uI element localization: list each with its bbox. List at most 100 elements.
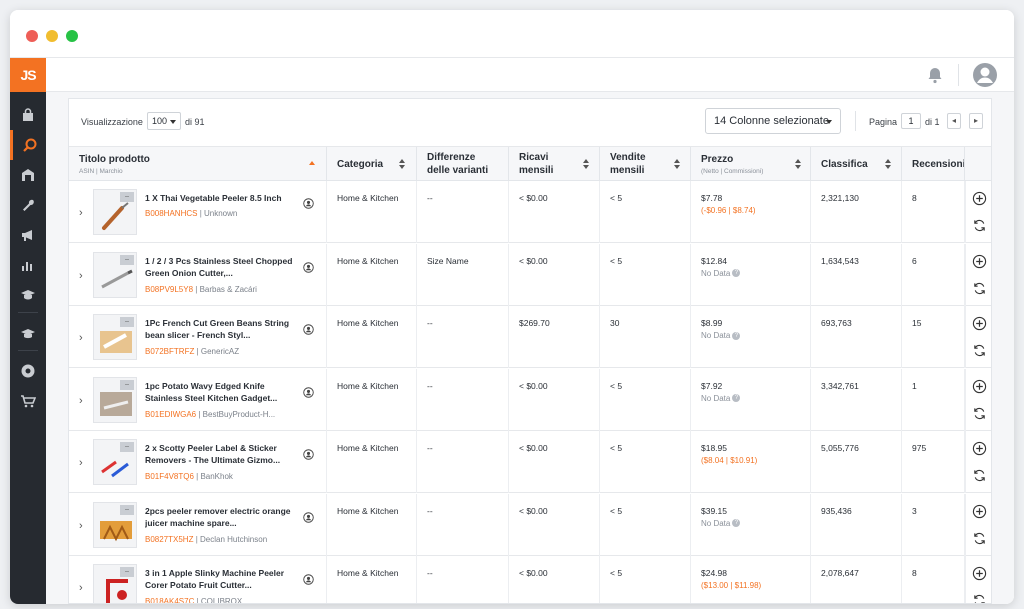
columns-select-button[interactable]: 14 Colonne selezionate — [705, 108, 841, 134]
table-row[interactable]: › -- 2 x Scotty Peeler Label & Sticker R… — [69, 431, 991, 493]
sales-value: 30 — [610, 318, 620, 328]
refresh-icon[interactable] — [972, 218, 987, 233]
add-circle-icon[interactable] — [972, 254, 987, 269]
product-thumbnail[interactable]: -- — [93, 439, 137, 485]
cap-icon — [21, 329, 35, 339]
reviews-cell: 15 — [902, 306, 965, 368]
bell-icon[interactable] — [926, 66, 944, 84]
asin-link[interactable]: B008HANHCS — [145, 209, 197, 218]
column-header-variants[interactable]: Differenze delle varianti — [417, 147, 509, 181]
asin-link[interactable]: B01EDIWGA6 — [145, 410, 196, 419]
price-cell: $18.95 ($8.04 | $10.91) — [691, 431, 811, 493]
column-header-title[interactable]: Titolo prodotto ASIN | Marchio — [69, 147, 327, 181]
asin-link[interactable]: B01F4V8TQ6 — [145, 472, 194, 481]
expand-row-icon[interactable]: › — [79, 270, 83, 282]
product-title[interactable]: 2pcs peeler remover electric orange juic… — [145, 505, 299, 529]
sidebar-item-academy[interactable] — [10, 280, 46, 310]
product-thumbnail[interactable]: -- — [93, 314, 137, 360]
sidebar-item-sales-estimator[interactable] — [10, 160, 46, 190]
add-circle-icon[interactable] — [972, 441, 987, 456]
add-circle-icon[interactable] — [972, 566, 987, 581]
rank-value: 2,078,647 — [821, 568, 859, 578]
seller-icon[interactable] — [303, 324, 314, 335]
seller-icon[interactable] — [303, 511, 314, 523]
product-thumbnail[interactable]: -- — [93, 501, 137, 548]
expand-row-icon[interactable]: › — [79, 395, 83, 407]
refresh-icon[interactable] — [972, 406, 987, 421]
product-title[interactable]: 1 X Thai Vegetable Peeler 8.5 Inch — [145, 192, 299, 204]
product-thumbnail[interactable]: -- — [93, 376, 137, 423]
product-title[interactable]: 1pc Potato Wavy Edged Knife Stainless St… — [145, 380, 299, 404]
refresh-icon[interactable] — [972, 531, 987, 546]
maximize-window-button[interactable] — [66, 30, 78, 42]
close-window-button[interactable] — [26, 30, 38, 42]
table-row[interactable]: › -- 3 in 1 Apple Slinky Machine Peeler … — [69, 556, 991, 604]
revenue-cell: < $0.00 — [509, 243, 600, 306]
app-logo[interactable]: JS — [10, 58, 46, 92]
expand-row-icon[interactable]: › — [79, 520, 83, 532]
add-circle-icon[interactable] — [972, 316, 987, 331]
brand-name: | BanKhok — [193, 472, 233, 481]
refresh-icon[interactable] — [972, 343, 987, 358]
sidebar-item-dashboard[interactable] — [10, 100, 46, 130]
table-row[interactable]: › -- 1 / 2 / 3 Pcs Stainless Steel Chopp… — [69, 243, 991, 306]
expand-row-icon[interactable]: › — [79, 582, 83, 594]
expand-row-icon[interactable]: › — [79, 332, 83, 344]
category-cell: Home & Kitchen — [327, 243, 417, 306]
help-icon[interactable]: ? — [732, 269, 741, 278]
minimize-window-button[interactable] — [46, 30, 58, 42]
column-header-price[interactable]: Prezzo (Netto | Commissioni) — [691, 147, 811, 181]
product-title[interactable]: 1 / 2 / 3 Pcs Stainless Steel Chopped Gr… — [145, 255, 299, 279]
sidebar-item-marketing[interactable] — [10, 220, 46, 250]
seller-icon[interactable] — [303, 574, 314, 585]
column-header-revenue[interactable]: Ricavi mensili — [509, 147, 600, 181]
column-header-rank[interactable]: Classifica — [811, 147, 902, 181]
sidebar-item-training[interactable] — [10, 318, 46, 348]
product-thumbnail[interactable]: -- — [93, 564, 137, 603]
asin-brand-line: B008HANHCS | Unknown — [145, 209, 237, 218]
asin-link[interactable]: B08PV9L5Y8 — [145, 285, 193, 294]
seller-icon[interactable] — [303, 449, 314, 460]
asin-link[interactable]: B0827TX5HZ — [145, 535, 193, 544]
table-row[interactable]: › -- 1Pc French Cut Green Beans String b… — [69, 306, 991, 368]
product-thumbnail[interactable]: -- — [93, 251, 137, 298]
column-header-reviews[interactable]: Recensioni — [902, 147, 965, 181]
refresh-icon[interactable] — [972, 281, 987, 296]
refresh-icon[interactable] — [972, 468, 987, 483]
column-header-category[interactable]: Categoria — [327, 147, 417, 181]
add-circle-icon[interactable] — [972, 379, 987, 394]
asin-link[interactable]: B072BFTRFZ — [145, 347, 194, 356]
product-title[interactable]: 3 in 1 Apple Slinky Machine Peeler Corer… — [145, 567, 299, 591]
sidebar-item-tools[interactable] — [10, 190, 46, 220]
add-circle-icon[interactable] — [972, 191, 987, 206]
revenue-value: < $0.00 — [519, 568, 548, 578]
product-title[interactable]: 1Pc French Cut Green Beans String bean s… — [145, 317, 299, 341]
refresh-icon[interactable] — [972, 593, 987, 604]
product-title[interactable]: 2 x Scotty Peeler Label & Sticker Remove… — [145, 442, 299, 466]
sidebar-item-cart[interactable] — [10, 386, 46, 416]
table-row[interactable]: › -- 1pc Potato Wavy Edged Knife Stainle… — [69, 368, 991, 431]
previous-page-button[interactable]: ◂ — [947, 113, 961, 129]
table-row[interactable]: › -- 1 X Thai Vegetable Peeler 8.5 Inch … — [69, 181, 991, 243]
seller-icon[interactable] — [303, 386, 314, 398]
help-icon[interactable]: ? — [732, 519, 741, 528]
expand-row-icon[interactable]: › — [79, 457, 83, 469]
product-thumbnail[interactable]: -- — [93, 189, 137, 235]
column-header-sales[interactable]: Vendite mensili — [600, 147, 691, 181]
next-page-button[interactable]: ▸ — [969, 113, 983, 129]
per-page-select[interactable]: 100 — [147, 112, 181, 130]
add-circle-icon[interactable] — [972, 504, 987, 519]
brand-name: | Barbas & Zacári — [193, 284, 257, 294]
table-row[interactable]: › -- 2pcs peeler remover electric orange… — [69, 493, 991, 556]
avatar[interactable] — [972, 62, 998, 88]
help-icon[interactable]: ? — [732, 394, 741, 403]
seller-icon[interactable] — [303, 198, 314, 209]
sidebar-item-chrome[interactable] — [10, 356, 46, 386]
sidebar-item-product-database[interactable] — [10, 130, 46, 160]
sidebar-item-analytics[interactable] — [10, 250, 46, 280]
help-icon[interactable]: ? — [732, 331, 741, 340]
page-number-input[interactable]: 1 — [901, 113, 921, 129]
asin-link[interactable]: B018AK4S7C — [145, 597, 194, 603]
expand-row-icon[interactable]: › — [79, 207, 83, 219]
seller-icon[interactable] — [303, 261, 314, 273]
